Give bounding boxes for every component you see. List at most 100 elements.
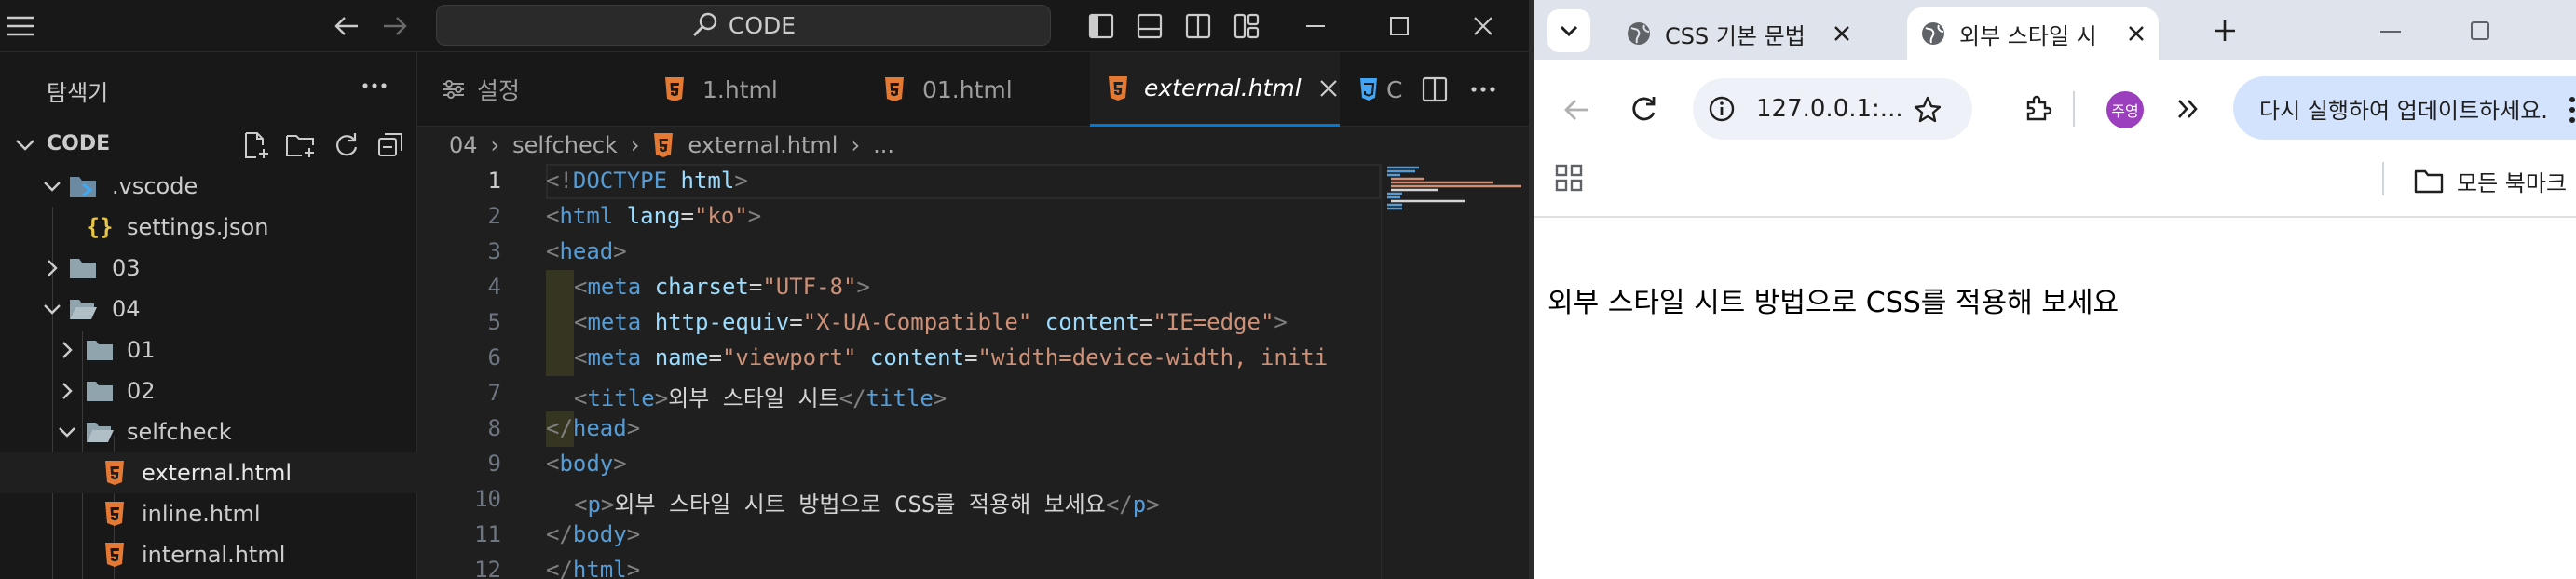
tree-item-settings-json[interactable]: {} settings.json [0,207,417,248]
close-icon[interactable] [2127,24,2146,43]
line-number: 10 [474,486,501,512]
tab-label: 설정 [477,77,521,104]
customize-layout-icon[interactable] [1232,11,1261,41]
minimize-icon[interactable] [1301,11,1330,41]
more-actions-icon[interactable] [356,69,393,102]
tree-item-label: settings.json [127,214,269,240]
split-editor-icon[interactable] [1422,76,1448,102]
page-paragraph: 외부 스타일 시트 방법으로 CSS를 적용해 보세요 [1547,287,2119,319]
tree-item-folder-04[interactable]: 04 [0,289,417,330]
profile-avatar[interactable]: 주영 [2106,91,2144,128]
kebab-menu-icon[interactable] [2569,95,2576,125]
maximize-icon[interactable] [2470,20,2490,41]
chevron-down-icon [1560,25,1578,37]
code-line-1: <!DOCTYPE html> [546,168,748,194]
tab-1-html[interactable]: 1.html [622,52,842,127]
chevron-down-icon [44,304,61,315]
chevron-down-icon [59,427,75,438]
workspace-root-label: CODE [47,132,111,155]
explorer-sidebar: 탐색기 CODE .vscode {} settings.json 03 04 … [0,52,417,579]
bookmark-star-icon[interactable] [1913,95,1942,125]
all-bookmarks-button[interactable]: 모든 북마크 [2414,162,2567,199]
site-info-icon[interactable] [1708,95,1736,123]
line-number: 7 [487,380,501,406]
chevron-right-icon: › [490,132,500,158]
back-arrow-icon[interactable] [1562,97,1590,123]
command-center-label: CODE [728,11,797,39]
chevron-right-icon: › [851,132,861,158]
code-line-5: <meta http-equiv="X-UA-Compatible" conte… [574,309,1288,335]
tree-item-folder-02[interactable]: 02 [0,370,417,411]
tree-item-label: 03 [112,255,141,281]
browser-tab-css-basic[interactable]: CSS 기본 문법 [1613,7,1864,60]
tree-item-inline-html[interactable]: inline.html [0,493,417,534]
new-file-icon[interactable] [240,130,270,160]
tree-item-folder-01[interactable]: 01 [0,330,417,370]
tab-css-partial[interactable]: C [1358,52,1405,127]
html-file-icon [99,498,130,530]
new-folder-icon[interactable] [285,130,317,160]
breadcrumb-item[interactable]: ... [873,132,894,158]
menu-icon[interactable] [6,11,35,41]
minimap[interactable] [1381,164,1529,579]
tab-close-icon[interactable] [1318,78,1339,99]
chevron-right-icon [62,383,73,399]
collapse-all-icon[interactable] [376,130,404,160]
editor-more-icon[interactable] [1470,86,1496,93]
refresh-icon[interactable] [332,130,360,160]
tree-item-label: inline.html [142,501,261,527]
reload-icon[interactable] [1629,95,1657,123]
tree-item-label: .vscode [112,173,198,199]
line-number: 2 [487,203,501,229]
folder-icon [84,375,116,407]
globe-icon [1628,22,1650,45]
toggle-panel-icon[interactable] [1135,11,1165,41]
minimize-icon[interactable] [2380,30,2401,34]
folder-icon [67,252,99,284]
extensions-icon[interactable] [2023,93,2054,125]
tab-external-html[interactable]: external.html [1090,52,1340,127]
apps-grid-icon[interactable] [1555,164,1583,192]
folder-icon [2414,169,2444,194]
bookmarks-divider [2382,162,2384,195]
tab-search-button[interactable] [1547,9,1590,52]
command-center[interactable]: CODE [436,5,1051,46]
back-arrow-icon[interactable] [332,11,361,41]
workspace-root[interactable]: CODE [0,125,417,166]
tab-settings[interactable]: 설정 [417,52,622,127]
folder-open-icon [84,416,116,448]
breadcrumb-item[interactable]: external.html [688,132,838,158]
tab-01-html[interactable]: 01.html [842,52,1049,127]
tree-item-folder-03[interactable]: 03 [0,248,417,289]
close-icon[interactable] [1833,24,1851,43]
chevron-right-icon [62,342,73,358]
forward-arrow-icon[interactable] [380,11,410,41]
folder-open-icon [67,293,99,325]
update-relaunch-button[interactable]: 다시 실행하여 업데이트하세요. [2233,76,2576,140]
tree-item-folder-selfcheck[interactable]: selfcheck [0,411,417,452]
maximize-icon[interactable] [1384,11,1414,41]
toggle-sidebar-icon[interactable] [1086,11,1116,41]
chevron-right-icon [48,260,58,276]
toggle-secondary-sidebar-icon[interactable] [1183,11,1213,41]
tab-label: 1.html [702,75,778,103]
tree-item-label: 02 [127,378,156,404]
breadcrumb-item[interactable]: selfcheck [512,132,618,158]
html-file-icon [1109,75,1127,101]
tree-item-external-html[interactable]: external.html [0,452,417,493]
close-icon[interactable] [1468,11,1498,41]
tree-item-label: external.html [142,460,293,486]
new-tab-icon[interactable] [2213,19,2237,43]
browser-tab-external-stylesheet[interactable]: 외부 스타일 시트 [1907,7,2159,60]
code-editor[interactable]: 1 2 3 4 5 6 7 8 9 10 11 12 <!DOCTYPE htm… [417,164,1381,579]
settings-list-icon [443,80,464,99]
tree-item-label: 01 [127,337,156,363]
tree-item-vscode-folder[interactable]: .vscode [0,166,417,207]
tree-item-internal-html[interactable]: internal.html [0,534,417,575]
line-number: 8 [487,415,501,441]
line-number: 3 [487,238,501,264]
code-line-4: <meta charset="UTF-8"> [574,274,870,300]
breadcrumb-item[interactable]: 04 [449,132,478,158]
editor-tabs: 설정 1.html 01.html external.html C [417,52,1529,127]
chevron-double-right-icon[interactable] [2175,97,2200,121]
